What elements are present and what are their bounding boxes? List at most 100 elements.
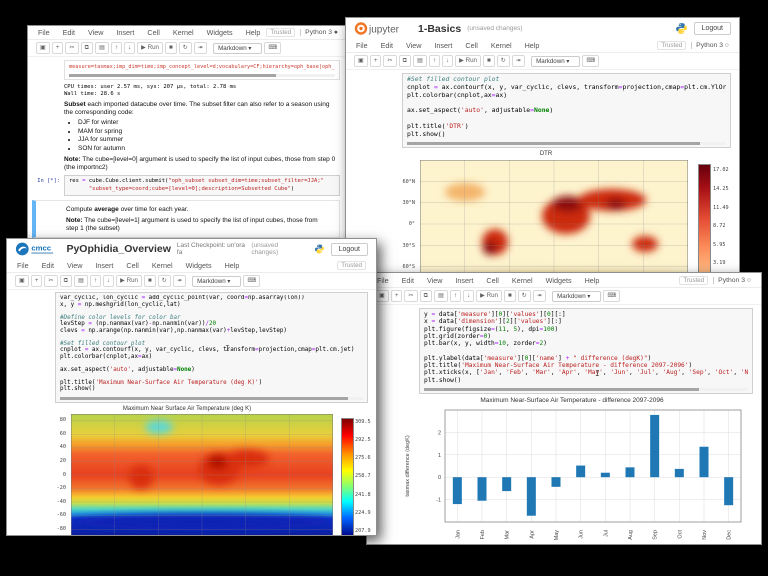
menu-kernel[interactable]: Kernel [152, 261, 173, 270]
restart-kernel-button[interactable]: ↻ [517, 290, 531, 302]
add-cell-button[interactable]: + [390, 290, 403, 302]
move-cell-up-button[interactable]: ↑ [428, 55, 441, 67]
tick-label: 11.49 [713, 204, 729, 211]
menu-widgets[interactable]: Widgets [207, 28, 233, 37]
add-cell-button[interactable]: + [51, 42, 64, 54]
code-cell-editor[interactable]: #Set filled contour plot cnplot = ax.cont… [402, 73, 731, 149]
copy-cell-button[interactable]: ⧉ [59, 275, 73, 287]
cell-type-select[interactable]: Markdown ▾ [531, 55, 581, 67]
move-cell-down-button[interactable]: ↓ [124, 42, 136, 54]
horizontal-scrollbar[interactable] [60, 396, 363, 400]
interrupt-kernel-button[interactable]: ■ [503, 290, 516, 302]
restart-kernel-button[interactable]: ↻ [496, 55, 510, 67]
menu-help[interactable]: Help [585, 276, 600, 285]
save-button[interactable]: ▣ [354, 55, 368, 67]
move-cell-down-button[interactable]: ↓ [103, 275, 115, 287]
cut-cell-button[interactable]: ✂ [44, 275, 58, 287]
move-cell-up-button[interactable]: ↑ [89, 275, 102, 287]
menu-cell[interactable]: Cell [486, 276, 498, 285]
copy-cell-button[interactable]: ⧉ [80, 42, 94, 54]
bar-jul [600, 472, 610, 478]
command-palette-button[interactable]: ⌨ [264, 42, 282, 54]
save-button[interactable]: ▣ [375, 290, 389, 302]
restart-run-all-button[interactable]: ↠ [172, 275, 187, 287]
menu-cell[interactable]: Cell [126, 261, 138, 270]
menu-kernel[interactable]: Kernel [491, 41, 512, 50]
cut-cell-button[interactable]: ✂ [404, 290, 418, 302]
menu-kernel[interactable]: Kernel [173, 28, 194, 37]
paste-cell-button[interactable]: ▤ [413, 55, 427, 67]
menu-view[interactable]: View [88, 28, 103, 37]
add-cell-button[interactable]: + [30, 275, 43, 287]
cell-type-select[interactable]: Markdown ▾ [213, 42, 263, 54]
cut-cell-button[interactable]: ✂ [65, 42, 79, 54]
code-cell-editor[interactable]: y = data['measure'][0]['values'][0][:] x … [419, 308, 753, 394]
restart-kernel-button[interactable]: ↻ [178, 42, 192, 54]
copy-cell-button[interactable]: ⧉ [398, 55, 412, 67]
menu-widgets[interactable]: Widgets [546, 276, 572, 285]
menu-file[interactable]: File [377, 276, 389, 285]
restart-run-all-button[interactable]: ↠ [532, 290, 547, 302]
menu-view[interactable]: View [406, 41, 421, 50]
restart-run-all-button[interactable]: ↠ [193, 42, 208, 54]
menu-edit[interactable]: Edit [402, 276, 414, 285]
copy-cell-button[interactable]: ⧉ [419, 290, 433, 302]
menu-insert[interactable]: Insert [95, 261, 113, 270]
run-button[interactable]: ▶ Run [455, 55, 481, 67]
cut-cell-button[interactable]: ✂ [383, 55, 397, 67]
paste-cell-button[interactable]: ▤ [434, 290, 448, 302]
selected-markdown-cell[interactable]: Compute average over time for each year.… [32, 199, 340, 238]
run-button[interactable]: ▶ Run [476, 290, 502, 302]
menu-insert[interactable]: Insert [116, 28, 134, 37]
paste-cell-button[interactable]: ▤ [95, 42, 109, 54]
interrupt-kernel-button[interactable]: ■ [164, 42, 177, 54]
menu-edit[interactable]: Edit [63, 28, 75, 37]
menu-edit[interactable]: Edit [381, 41, 393, 50]
restart-run-all-button[interactable]: ↠ [511, 55, 526, 67]
command-palette-button[interactable]: ⌨ [243, 275, 261, 287]
paste-cell-button[interactable]: ▤ [74, 275, 88, 287]
save-button[interactable]: ▣ [36, 42, 50, 54]
cell-type-select[interactable]: Markdown ▾ [192, 275, 242, 287]
menu-kernel[interactable]: Kernel [512, 276, 533, 285]
move-cell-down-button[interactable]: ↓ [442, 55, 454, 67]
menu-help[interactable]: Help [225, 261, 240, 270]
cell-type-select[interactable]: Markdown ▾ [552, 290, 602, 302]
menu-edit[interactable]: Edit [42, 261, 54, 270]
horizontal-scrollbar[interactable] [69, 74, 335, 77]
x-tick-label: Aug [628, 530, 634, 540]
horizontal-scrollbar[interactable] [407, 142, 726, 146]
menu-help[interactable]: Help [525, 41, 540, 50]
menu-insert[interactable]: Insert [434, 41, 452, 50]
bullet-item: JJA for summer [78, 136, 340, 145]
run-button[interactable]: ▶ Run [137, 42, 163, 54]
menu-cell[interactable]: Cell [465, 41, 477, 50]
command-palette-button[interactable]: ⌨ [582, 55, 600, 67]
menu-cell[interactable]: Cell [147, 28, 159, 37]
command-palette-button[interactable]: ⌨ [603, 290, 621, 302]
code-cell-editor[interactable]: res = cube.Cube.client.submit("oph_subse… [64, 175, 340, 196]
move-cell-up-button[interactable]: ↑ [449, 290, 462, 302]
move-cell-up-button[interactable]: ↑ [110, 42, 123, 54]
move-cell-down-button[interactable]: ↓ [463, 290, 475, 302]
logout-button[interactable]: Logout [330, 242, 368, 256]
menu-widgets[interactable]: Widgets [186, 261, 212, 270]
restart-kernel-button[interactable]: ↻ [157, 275, 171, 287]
horizontal-scrollbar[interactable] [424, 387, 748, 391]
interrupt-kernel-button[interactable]: ■ [143, 275, 156, 287]
save-button[interactable]: ▣ [15, 275, 29, 287]
code-cell-editor[interactable]: var_cyclic, lon_cyclic = add_cyclic_poin… [55, 292, 368, 403]
notebook-title[interactable]: 1-Basics [418, 23, 461, 35]
menu-insert[interactable]: Insert [455, 276, 473, 285]
add-cell-button[interactable]: + [369, 55, 382, 67]
notebook-title[interactable]: PyOphidia_Overview [66, 243, 170, 255]
run-button[interactable]: ▶ Run [116, 275, 142, 287]
logout-button[interactable]: Logout [693, 22, 731, 35]
menu-file[interactable]: File [38, 28, 50, 37]
menu-file[interactable]: File [356, 41, 368, 50]
menu-view[interactable]: View [67, 261, 82, 270]
menu-file[interactable]: File [17, 261, 29, 270]
menu-view[interactable]: View [427, 276, 442, 285]
interrupt-kernel-button[interactable]: ■ [482, 55, 495, 67]
menu-help[interactable]: Help [246, 28, 261, 37]
